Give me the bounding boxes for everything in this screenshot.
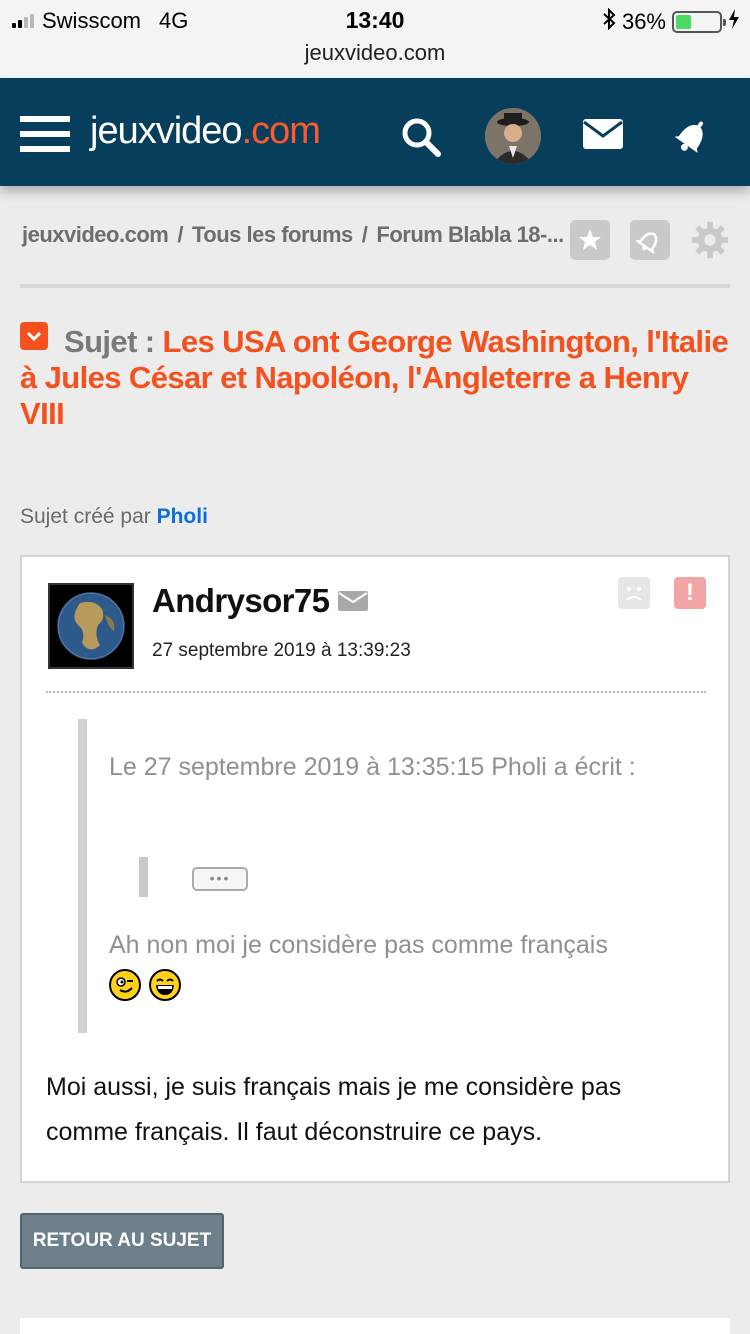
creator-prefix: Sujet créé par xyxy=(20,505,151,528)
post-separator xyxy=(46,691,706,693)
site-logo[interactable]: jeuxvideo.com xyxy=(90,110,321,153)
user-avatar[interactable] xyxy=(485,108,541,164)
battery-percent: 36% xyxy=(621,9,666,34)
follow-bell-icon[interactable] xyxy=(630,220,670,260)
breadcrumb-separator: / xyxy=(361,222,368,247)
expand-quote-button[interactable]: ••• xyxy=(192,867,248,891)
creator-link[interactable]: Pholi xyxy=(157,505,208,528)
breadcrumb-item-forums[interactable]: Tous les forums xyxy=(192,222,353,247)
charging-icon xyxy=(728,8,740,36)
breadcrumb: jeuxvideo.com / Tous les forums / Forum Blab… xyxy=(22,222,564,248)
back-to-topic-button[interactable]: RETOUR AU SUJET xyxy=(20,1213,224,1269)
favorite-star-icon[interactable] xyxy=(570,220,610,260)
post-date[interactable]: 27 septembre 2019 à 13:39:23 xyxy=(152,640,411,662)
quote-header: Le 27 septembre 2019 à 13:35:15 Pholi a … xyxy=(109,753,636,781)
settings-gear-icon[interactable] xyxy=(690,220,730,260)
search-icon[interactable] xyxy=(400,116,442,158)
post-body: Moi aussi, je suis français mais je me c… xyxy=(46,1073,622,1146)
chevron-down-icon[interactable] xyxy=(20,322,48,350)
quote-text: Ah non moi je considère pas comme frança… xyxy=(109,931,608,959)
battery-icon xyxy=(672,11,726,33)
mail-icon[interactable] xyxy=(582,118,624,150)
next-section xyxy=(20,1318,730,1334)
menu-icon[interactable] xyxy=(20,116,70,156)
sad-face-icon[interactable] xyxy=(618,577,650,609)
quote-block: Le 27 septembre 2019 à 13:35:15 Pholi a … xyxy=(78,719,708,1033)
address-bar-url[interactable]: jeuxvideo.com xyxy=(0,40,750,66)
topic-label: Sujet : xyxy=(64,324,155,359)
bell-icon[interactable] xyxy=(672,114,714,156)
status-bar: Swisscom 4G 13:40 jeuxvideo.com 36% xyxy=(0,0,750,78)
topic-title: Sujet : Les USA ont George Washington, l… xyxy=(20,322,732,432)
smileys xyxy=(109,969,181,1001)
author-avatar[interactable] xyxy=(48,583,134,669)
status-right: 36% xyxy=(602,7,740,36)
bluetooth-icon xyxy=(602,7,616,36)
site-header: jeuxvideo.com xyxy=(0,78,750,186)
breadcrumb-separator: / xyxy=(177,222,183,247)
topic-creator: Sujet créé par Pholi xyxy=(20,505,208,529)
breadcrumb-divider xyxy=(20,284,730,288)
forum-post: Andrysor75 27 septembre 2019 à 13:39:23 … xyxy=(20,555,730,1183)
post-author[interactable]: Andrysor75 xyxy=(152,582,330,620)
report-alert-icon[interactable]: ! xyxy=(674,577,706,609)
smiley-laugh-icon xyxy=(149,969,181,1001)
nested-quote: ••• xyxy=(139,857,248,897)
breadcrumb-item-home[interactable]: jeuxvideo.com xyxy=(22,222,169,247)
mail-icon[interactable] xyxy=(338,591,368,611)
smiley-wink-icon xyxy=(109,969,141,1001)
breadcrumb-item-forum[interactable]: Forum Blabla 18-... xyxy=(376,222,564,247)
topic-actions xyxy=(570,220,730,260)
